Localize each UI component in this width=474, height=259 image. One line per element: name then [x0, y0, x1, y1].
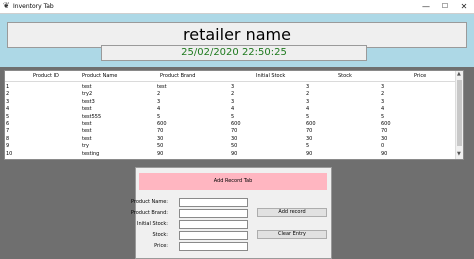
price-cell: 90	[381, 150, 388, 157]
table-header: Product ID Product Name Product Brand In…	[5, 71, 457, 82]
product-brand-cell: 90	[157, 150, 164, 157]
column-header-price[interactable]: Price	[414, 72, 426, 80]
stock-label: Stock:	[152, 232, 168, 238]
product-brand-label: Product Brand:	[130, 210, 168, 216]
close-button[interactable]: ✕	[456, 0, 472, 13]
product-name-field[interactable]	[179, 198, 248, 207]
price-field[interactable]	[179, 242, 248, 251]
initial-stock-field[interactable]	[179, 220, 248, 229]
maximize-button[interactable]: ☐	[437, 0, 453, 13]
column-header-product-id[interactable]: Product ID	[33, 72, 59, 80]
scroll-down-icon[interactable]: ▼	[457, 152, 461, 157]
minimize-button[interactable]: —	[418, 0, 434, 13]
column-header-product-name[interactable]: Product Name	[82, 72, 117, 80]
stock-cell: 90	[306, 150, 313, 157]
column-header-initial-stock[interactable]: Initial Stock	[256, 72, 285, 80]
scrollbar-thumb[interactable]	[457, 80, 462, 146]
add-record-title: Add Record Tab	[139, 173, 327, 190]
datetime-display: 25/02/2020 22:50:25	[101, 45, 367, 61]
feather-icon: ❦	[3, 1, 10, 10]
add-record-button[interactable]: Add record	[257, 208, 327, 217]
add-record-panel: Add Record Tab Product Name: Product Bra…	[131, 167, 332, 259]
vertical-scrollbar[interactable]: ▲ ▼	[455, 71, 463, 159]
product-brand-field[interactable]	[179, 209, 248, 218]
title-bar: ❦ Inventory Tab — ☐ ✕	[0, 0, 474, 14]
table-row[interactable]: 10 testing 90 90 90 90	[5, 150, 457, 158]
scroll-up-icon[interactable]: ▲	[457, 72, 461, 77]
window-title: Inventory Tab	[13, 3, 54, 10]
column-header-product-brand[interactable]: Product Brand	[160, 72, 195, 80]
initial-stock-cell: 90	[231, 150, 238, 157]
product-name-cell: testing	[82, 150, 100, 157]
initial-stock-label: Initial Stock:	[137, 221, 168, 227]
inventory-table[interactable]: Product ID Product Name Product Brand In…	[4, 70, 464, 160]
header-panel: retailer name 25/02/2020 22:50:25	[0, 14, 474, 67]
stock-field[interactable]	[179, 231, 248, 240]
clear-entry-button[interactable]: Clear Entry	[257, 230, 327, 239]
product-name-label: Product Name:	[130, 199, 168, 205]
price-label: Price:	[154, 243, 168, 249]
product-id-cell: 10	[6, 150, 13, 157]
column-header-stock[interactable]: Stock	[338, 72, 352, 80]
